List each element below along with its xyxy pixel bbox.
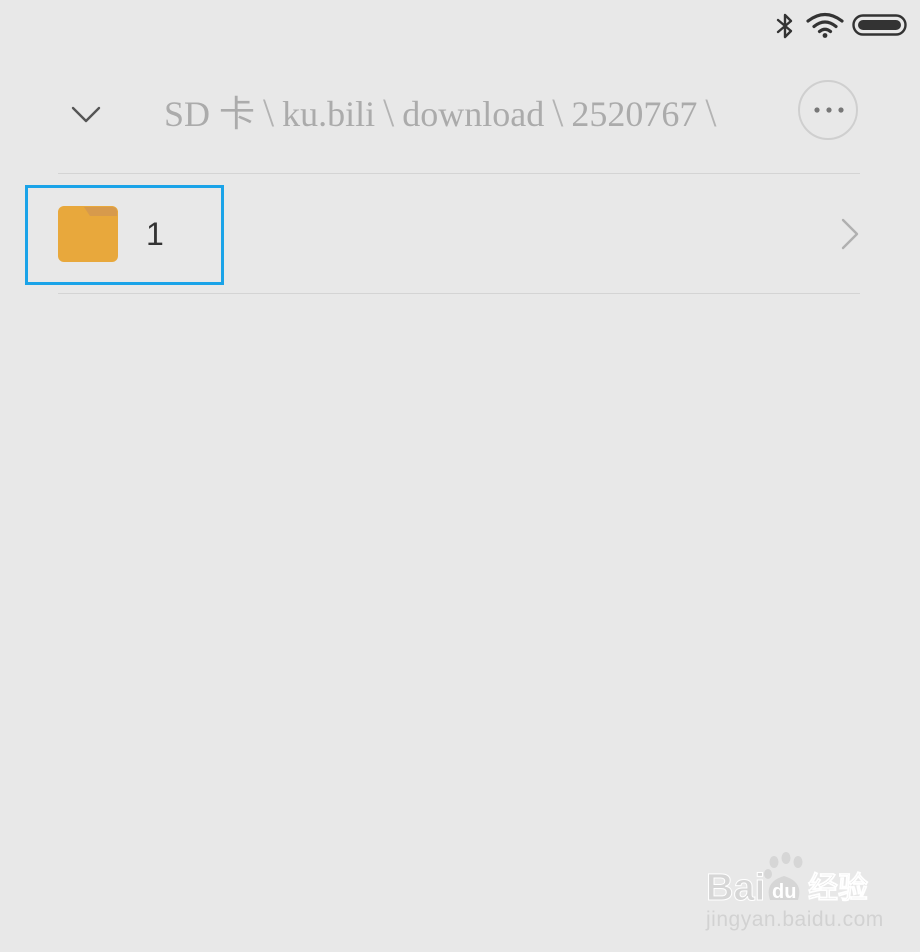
battery-icon bbox=[852, 14, 907, 36]
breadcrumb-items: SD 卡 \ ku.bili \ download \ 2520767 \ bbox=[164, 78, 725, 148]
breadcrumb-item-2520767[interactable]: 2520767 bbox=[571, 79, 697, 148]
collapse-button[interactable] bbox=[62, 94, 110, 134]
svg-text:du: du bbox=[772, 881, 796, 903]
watermark-url: jingyan.baidu.com bbox=[706, 908, 884, 931]
svg-text:Bai: Bai bbox=[706, 867, 765, 908]
breadcrumb-fade-right bbox=[742, 78, 782, 148]
status-bar bbox=[0, 0, 920, 50]
folder-name: 1 bbox=[146, 216, 164, 252]
breadcrumb-separator: \ bbox=[552, 90, 564, 135]
bluetooth-icon bbox=[776, 13, 793, 39]
chevron-right-icon bbox=[841, 218, 859, 250]
breadcrumb-separator: \ bbox=[383, 90, 395, 135]
breadcrumb-item-sd-card[interactable]: SD 卡 bbox=[164, 79, 255, 148]
breadcrumb: SD 卡 \ ku.bili \ download \ 2520767 \ bbox=[132, 78, 782, 148]
path-header: SD 卡 \ ku.bili \ download \ 2520767 \ bbox=[0, 70, 920, 154]
breadcrumb-item-download[interactable]: download bbox=[402, 79, 544, 148]
breadcrumb-separator: \ bbox=[263, 90, 275, 135]
wifi-icon bbox=[806, 12, 844, 38]
list-divider bbox=[58, 293, 860, 294]
folder-list-item[interactable]: 1 bbox=[0, 174, 920, 293]
breadcrumb-separator: \ bbox=[705, 90, 717, 135]
breadcrumb-item-ku-bili[interactable]: ku.bili bbox=[282, 79, 375, 148]
breadcrumb-fade-left bbox=[132, 78, 168, 148]
baidu-logo: Bai du 经验 bbox=[706, 852, 868, 908]
svg-text:经验: 经验 bbox=[808, 871, 868, 906]
more-horizontal-icon bbox=[814, 107, 844, 113]
folder-icon bbox=[58, 206, 118, 262]
chevron-down-icon bbox=[71, 106, 101, 123]
more-options-button[interactable] bbox=[798, 80, 858, 140]
baidu-jingyan-watermark: Bai du 经验 jingyan.baidu.com bbox=[700, 848, 900, 938]
